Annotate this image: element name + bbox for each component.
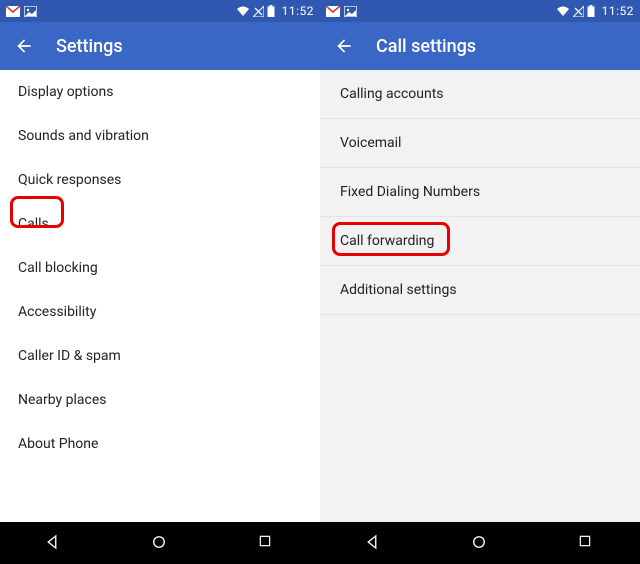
signal-off-icon bbox=[253, 6, 264, 17]
gmail-icon bbox=[326, 6, 340, 17]
list-item-label: Calling accounts bbox=[340, 86, 444, 102]
list-item-quick-responses[interactable]: Quick responses bbox=[0, 158, 320, 202]
list-item-calling-accounts[interactable]: Calling accounts bbox=[320, 70, 640, 119]
list-item-sounds-vibration[interactable]: Sounds and vibration bbox=[0, 114, 320, 158]
nav-back-icon[interactable] bbox=[43, 533, 63, 553]
nav-bar bbox=[0, 522, 320, 564]
list-item-label: Display options bbox=[18, 84, 113, 100]
list-item-calls[interactable]: Calls bbox=[0, 202, 320, 246]
list-item-label: Quick responses bbox=[18, 172, 121, 188]
status-bar: 11:52 bbox=[320, 0, 640, 22]
list-item-nearby-places[interactable]: Nearby places bbox=[0, 378, 320, 422]
list-item-fixed-dialing-numbers[interactable]: Fixed Dialing Numbers bbox=[320, 168, 640, 217]
call-settings-list: Calling accounts Voicemail Fixed Dialing… bbox=[320, 70, 640, 522]
list-item-label: Voicemail bbox=[340, 135, 401, 151]
status-time: 11:52 bbox=[602, 4, 634, 18]
nav-bar bbox=[320, 522, 640, 564]
list-item-accessibility[interactable]: Accessibility bbox=[0, 290, 320, 334]
picture-icon bbox=[24, 6, 37, 17]
page-title: Settings bbox=[56, 36, 123, 57]
phone-screen-call-settings: 11:52 Call settings Calling accounts Voi… bbox=[320, 0, 640, 564]
wifi-icon bbox=[556, 6, 570, 17]
list-item-about-phone[interactable]: About Phone bbox=[0, 422, 320, 466]
nav-home-icon[interactable] bbox=[150, 533, 170, 553]
back-arrow-icon[interactable] bbox=[14, 36, 34, 56]
settings-list: Display options Sounds and vibration Qui… bbox=[0, 70, 320, 522]
nav-recent-icon[interactable] bbox=[257, 533, 277, 553]
nav-recent-icon[interactable] bbox=[577, 533, 597, 553]
nav-back-icon[interactable] bbox=[363, 533, 383, 553]
app-bar: Settings bbox=[0, 22, 320, 70]
nav-home-icon[interactable] bbox=[470, 533, 490, 553]
list-item-label: Accessibility bbox=[18, 304, 96, 320]
picture-icon bbox=[344, 6, 357, 17]
page-title: Call settings bbox=[376, 36, 476, 57]
wifi-icon bbox=[236, 6, 250, 17]
list-item-label: Additional settings bbox=[340, 282, 457, 298]
status-bar: 11:52 bbox=[0, 0, 320, 22]
signal-off-icon bbox=[573, 6, 584, 17]
app-bar: Call settings bbox=[320, 22, 640, 70]
phone-screen-settings: 11:52 Settings Display options Sounds an… bbox=[0, 0, 320, 564]
list-item-label: Sounds and vibration bbox=[18, 128, 149, 144]
list-item-label: Fixed Dialing Numbers bbox=[340, 184, 480, 200]
list-item-label: Call blocking bbox=[18, 260, 98, 276]
list-item-label: About Phone bbox=[18, 436, 98, 452]
battery-icon bbox=[587, 5, 595, 17]
status-time: 11:52 bbox=[282, 4, 314, 18]
list-item-label: Call forwarding bbox=[340, 233, 434, 249]
list-item-call-blocking[interactable]: Call blocking bbox=[0, 246, 320, 290]
gmail-icon bbox=[6, 6, 20, 17]
list-item-call-forwarding[interactable]: Call forwarding bbox=[320, 217, 640, 266]
list-item-additional-settings[interactable]: Additional settings bbox=[320, 266, 640, 315]
list-item-label: Calls bbox=[18, 216, 49, 232]
list-item-display-options[interactable]: Display options bbox=[0, 70, 320, 114]
battery-icon bbox=[267, 5, 275, 17]
list-item-label: Nearby places bbox=[18, 392, 107, 408]
list-item-label: Caller ID & spam bbox=[18, 348, 121, 364]
back-arrow-icon[interactable] bbox=[334, 36, 354, 56]
list-item-caller-id-spam[interactable]: Caller ID & spam bbox=[0, 334, 320, 378]
list-item-voicemail[interactable]: Voicemail bbox=[320, 119, 640, 168]
